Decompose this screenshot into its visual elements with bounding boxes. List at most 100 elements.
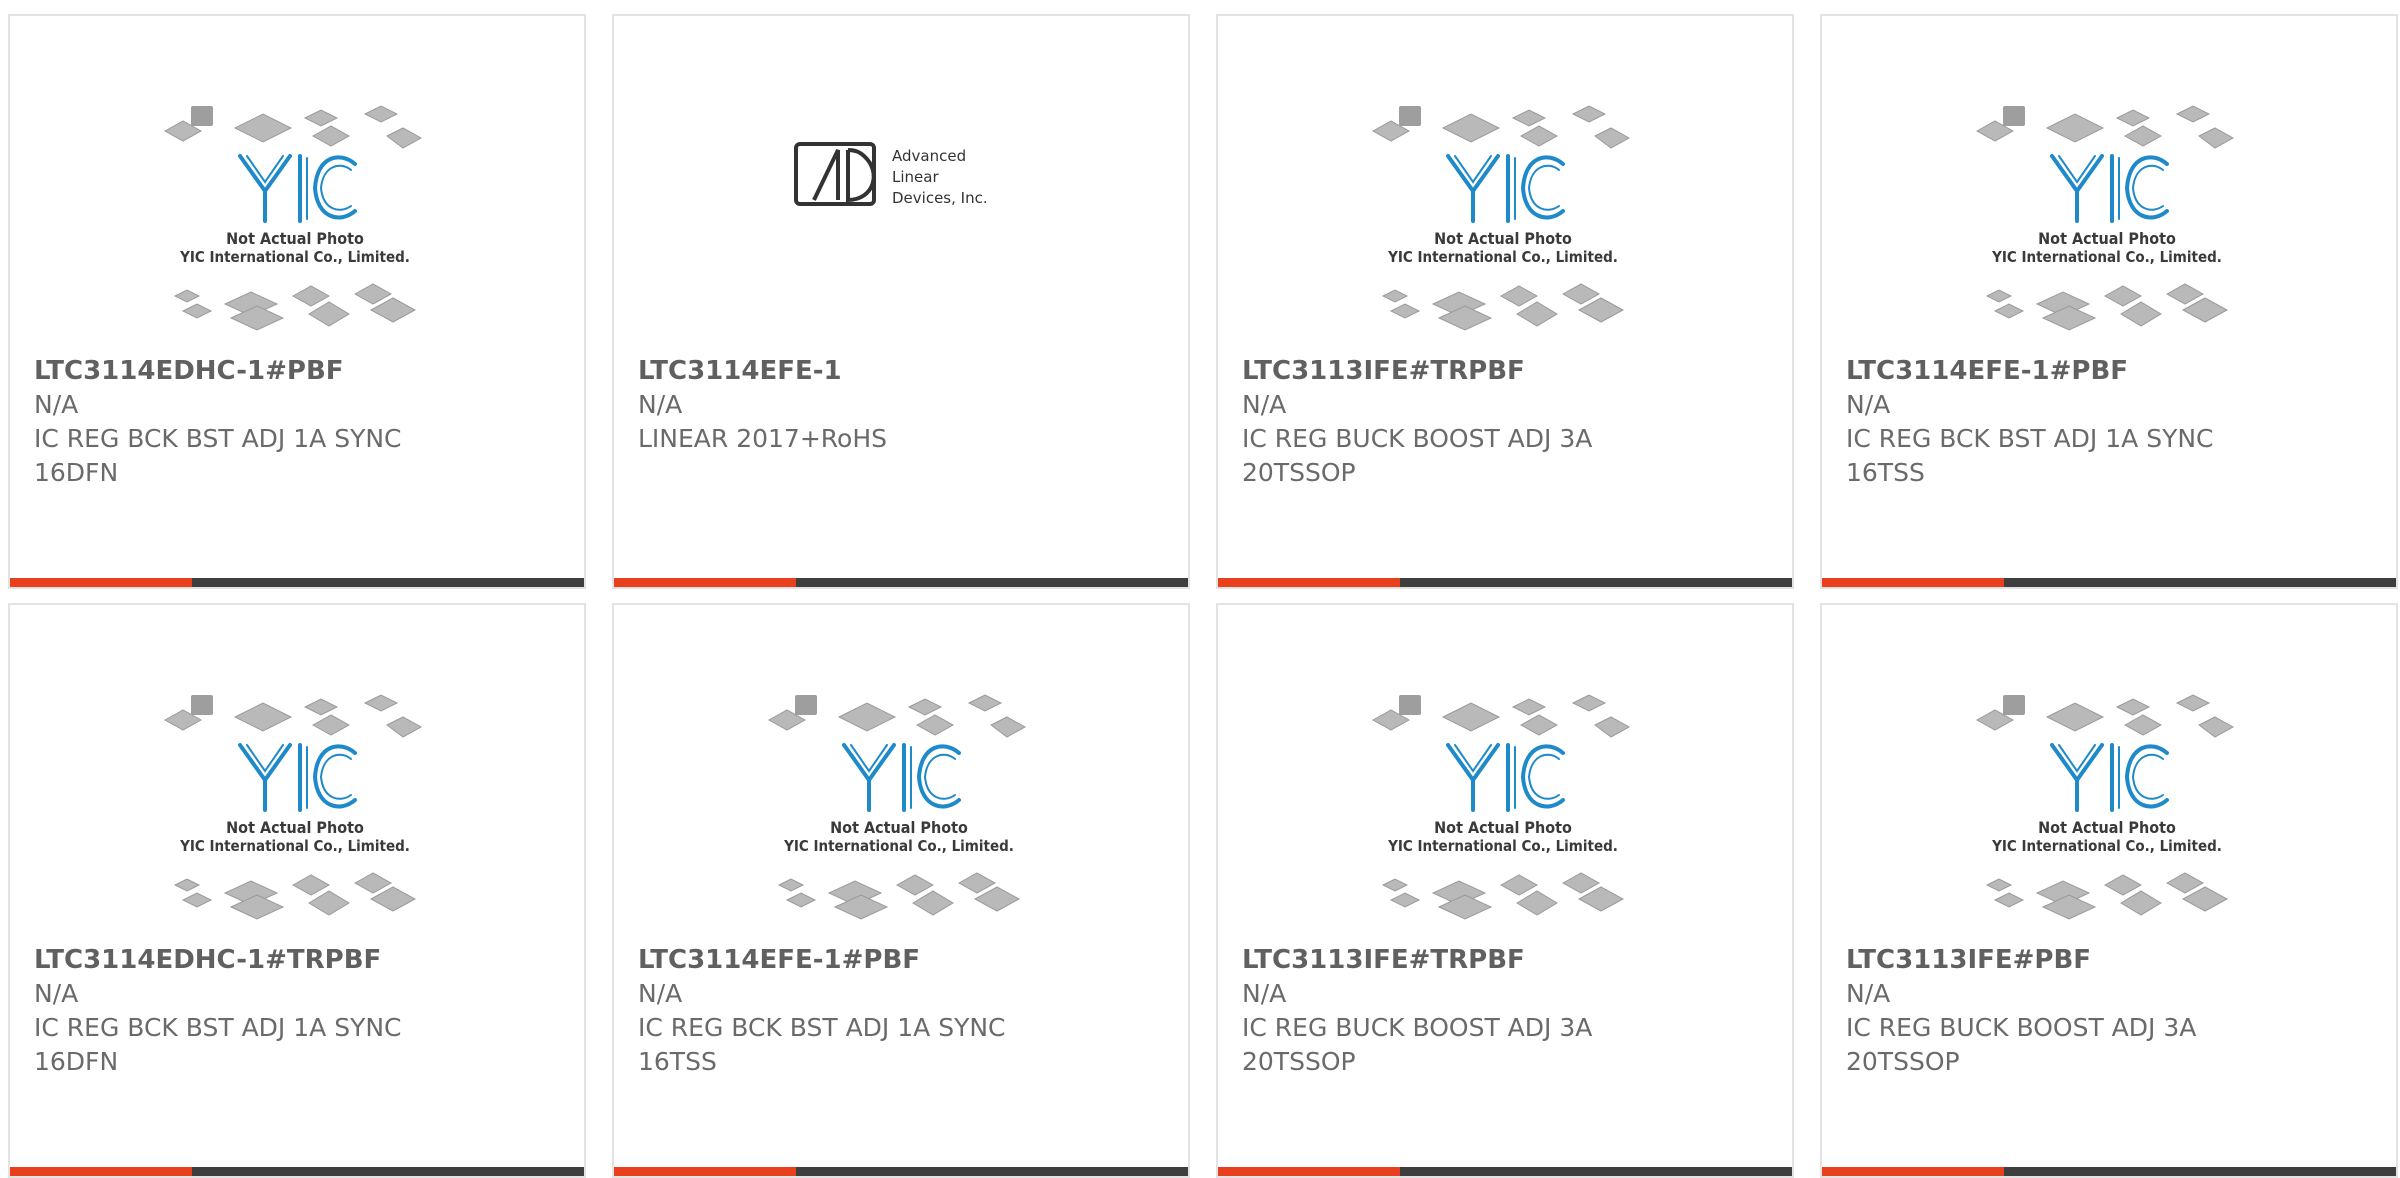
product-card[interactable]: Not Actual Photo YIC International Co., … xyxy=(8,14,586,589)
product-info: LTC3113IFE#TRPBF N/A IC REG BUCK BOOST A… xyxy=(1242,943,1772,1079)
ald-logo-icon: Advanced Linear Devices, Inc. xyxy=(794,142,988,207)
placeholder-line1: Not Actual Photo xyxy=(1434,818,1572,837)
product-grid: Not Actual Photo YIC International Co., … xyxy=(8,14,2398,1178)
card-bottom-bar xyxy=(10,578,584,587)
card-bottom-bar xyxy=(10,1167,584,1176)
product-status: N/A xyxy=(1242,979,1287,1008)
yic-logo xyxy=(238,743,357,812)
chip-cluster-top xyxy=(1371,694,1631,738)
yic-logo xyxy=(1446,743,1565,812)
yic-placeholder-image-icon: Not Actual Photo YIC International Co., … xyxy=(1371,694,1631,920)
product-info: LTC3113IFE#TRPBF N/A IC REG BUCK BOOST A… xyxy=(1242,354,1772,490)
chip-cluster-top xyxy=(163,694,423,738)
part-number-link[interactable]: LTC3114EDHC-1#PBF xyxy=(34,354,564,388)
chip-cluster-top xyxy=(1975,694,2235,738)
product-image[interactable]: Not Actual Photo YIC International Co., … xyxy=(1822,16,2396,346)
product-card[interactable]: Not Actual Photo YIC International Co., … xyxy=(1820,603,2398,1178)
product-image[interactable]: Not Actual Photo YIC International Co., … xyxy=(614,605,1188,935)
product-status: N/A xyxy=(1846,979,1891,1008)
product-card[interactable]: Not Actual Photo YIC International Co., … xyxy=(8,603,586,1178)
placeholder-line1: Not Actual Photo xyxy=(226,229,364,248)
placeholder-line1: Not Actual Photo xyxy=(830,818,968,837)
chip-cluster-bottom xyxy=(1381,872,1625,920)
card-accent-bar xyxy=(10,1167,192,1176)
product-card[interactable]: Not Actual Photo YIC International Co., … xyxy=(1216,603,1794,1178)
product-status: N/A xyxy=(34,979,79,1008)
product-description: LINEAR 2017+RoHS xyxy=(638,424,887,453)
product-description: IC REG BCK BST ADJ 1A SYNC 16DFN xyxy=(34,1013,402,1076)
chip-cluster-bottom xyxy=(1985,283,2229,331)
ald-line3: Devices, Inc. xyxy=(892,189,988,207)
part-number-link[interactable]: LTC3113IFE#TRPBF xyxy=(1242,943,1772,977)
part-number-link[interactable]: LTC3113IFE#PBF xyxy=(1846,943,2376,977)
card-accent-bar xyxy=(1822,578,2004,587)
product-image[interactable]: Not Actual Photo YIC International Co., … xyxy=(1822,605,2396,935)
product-status: N/A xyxy=(638,979,683,1008)
product-card[interactable]: Advanced Linear Devices, Inc. LTC3114EFE… xyxy=(612,14,1190,589)
card-accent-bar xyxy=(1822,1167,2004,1176)
ald-line2: Linear xyxy=(892,168,939,186)
yic-logo xyxy=(842,743,961,812)
placeholder-line2: YIC International Co., Limited. xyxy=(1387,248,1618,266)
part-number-link[interactable]: LTC3114EDHC-1#TRPBF xyxy=(34,943,564,977)
chip-cluster-bottom xyxy=(173,872,417,920)
placeholder-line2: YIC International Co., Limited. xyxy=(1991,248,2222,266)
card-bottom-bar xyxy=(1822,578,2396,587)
card-accent-bar xyxy=(1218,578,1400,587)
chip-cluster-bottom xyxy=(173,283,417,331)
product-image[interactable]: Not Actual Photo YIC International Co., … xyxy=(10,16,584,346)
part-number-link[interactable]: LTC3113IFE#TRPBF xyxy=(1242,354,1772,388)
part-number-link[interactable]: LTC3114EFE-1#PBF xyxy=(638,943,1168,977)
product-image[interactable]: Not Actual Photo YIC International Co., … xyxy=(1218,16,1792,346)
yic-placeholder-image-icon: Not Actual Photo YIC International Co., … xyxy=(1975,694,2235,920)
placeholder-line2: YIC International Co., Limited. xyxy=(1991,837,2222,855)
product-status: N/A xyxy=(34,390,79,419)
product-card[interactable]: Not Actual Photo YIC International Co., … xyxy=(1216,14,1794,589)
product-info: LTC3114EFE-1#PBF N/A IC REG BCK BST ADJ … xyxy=(1846,354,2376,490)
yic-logo xyxy=(238,154,357,223)
product-image[interactable]: Advanced Linear Devices, Inc. xyxy=(614,16,1188,346)
product-description: IC REG BUCK BOOST ADJ 3A 20TSSOP xyxy=(1242,424,1593,487)
chip-cluster-top xyxy=(163,105,423,149)
chip-cluster-bottom xyxy=(1985,872,2229,920)
placeholder-line1: Not Actual Photo xyxy=(1434,229,1572,248)
card-accent-bar xyxy=(10,578,192,587)
part-number-link[interactable]: LTC3114EFE-1#PBF xyxy=(1846,354,2376,388)
placeholder-line1: Not Actual Photo xyxy=(2038,229,2176,248)
product-info: LTC3114EFE-1 N/A LINEAR 2017+RoHS xyxy=(638,354,1168,456)
yic-logo xyxy=(2050,154,2169,223)
product-info: LTC3114EDHC-1#PBF N/A IC REG BCK BST ADJ… xyxy=(34,354,564,490)
card-bottom-bar xyxy=(614,578,1188,587)
placeholder-line2: YIC International Co., Limited. xyxy=(179,837,410,855)
chip-cluster-top xyxy=(1975,105,2235,149)
product-description: IC REG BCK BST ADJ 1A SYNC 16TSS xyxy=(638,1013,1006,1076)
chip-cluster-top xyxy=(1371,105,1631,149)
yic-logo xyxy=(1446,154,1565,223)
placeholder-line2: YIC International Co., Limited. xyxy=(179,248,410,266)
card-bottom-bar xyxy=(614,1167,1188,1176)
yic-placeholder-image-icon: Not Actual Photo YIC International Co., … xyxy=(1975,105,2235,331)
product-card[interactable]: Not Actual Photo YIC International Co., … xyxy=(612,603,1190,1178)
product-image[interactable]: Not Actual Photo YIC International Co., … xyxy=(10,605,584,935)
card-accent-bar xyxy=(614,578,796,587)
chip-cluster-top xyxy=(767,694,1027,738)
ald-line1: Advanced xyxy=(892,147,966,165)
product-info: LTC3113IFE#PBF N/A IC REG BUCK BOOST ADJ… xyxy=(1846,943,2376,1079)
product-status: N/A xyxy=(1242,390,1287,419)
yic-placeholder-image-icon: Not Actual Photo YIC International Co., … xyxy=(1371,105,1631,331)
placeholder-line2: YIC International Co., Limited. xyxy=(1387,837,1618,855)
product-description: IC REG BUCK BOOST ADJ 3A 20TSSOP xyxy=(1846,1013,2197,1076)
product-status: N/A xyxy=(1846,390,1891,419)
product-card[interactable]: Not Actual Photo YIC International Co., … xyxy=(1820,14,2398,589)
product-description: IC REG BCK BST ADJ 1A SYNC 16DFN xyxy=(34,424,402,487)
placeholder-line2: YIC International Co., Limited. xyxy=(783,837,1014,855)
part-number-link[interactable]: LTC3114EFE-1 xyxy=(638,354,1168,388)
yic-placeholder-image-icon: Not Actual Photo YIC International Co., … xyxy=(163,105,423,331)
product-info: LTC3114EFE-1#PBF N/A IC REG BCK BST ADJ … xyxy=(638,943,1168,1079)
yic-placeholder-image-icon: Not Actual Photo YIC International Co., … xyxy=(163,694,423,920)
placeholder-line1: Not Actual Photo xyxy=(2038,818,2176,837)
product-image[interactable]: Not Actual Photo YIC International Co., … xyxy=(1218,605,1792,935)
placeholder-line1: Not Actual Photo xyxy=(226,818,364,837)
product-description: IC REG BCK BST ADJ 1A SYNC 16TSS xyxy=(1846,424,2214,487)
yic-logo xyxy=(2050,743,2169,812)
